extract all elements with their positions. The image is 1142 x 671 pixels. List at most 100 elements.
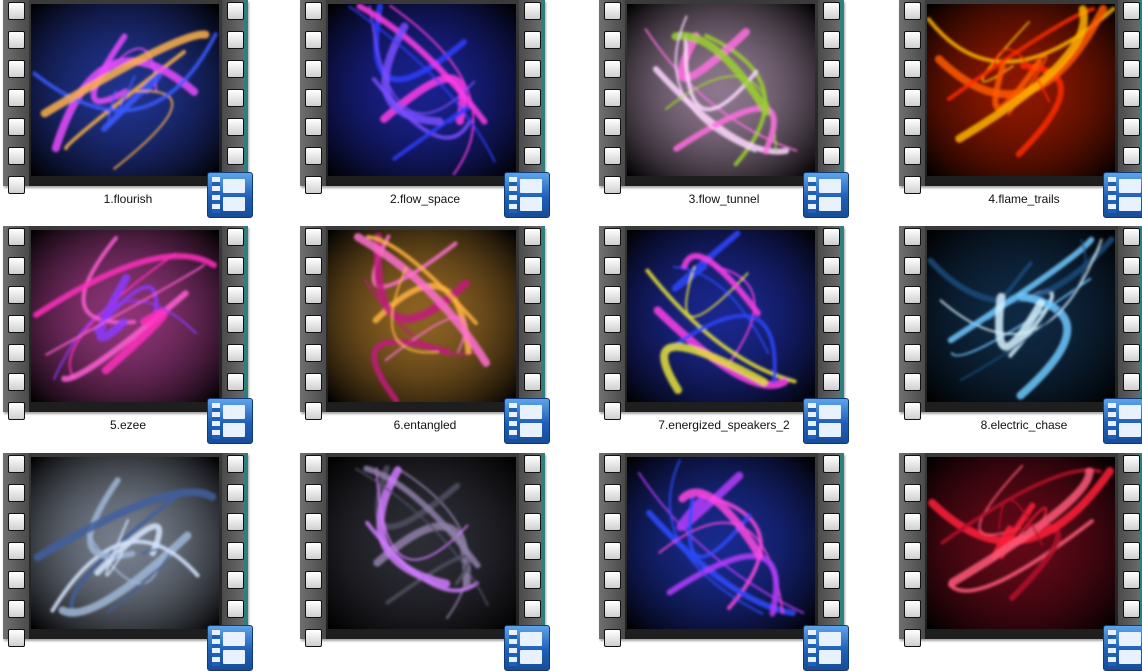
sprocket-hole bbox=[227, 513, 244, 531]
sprocket-hole bbox=[604, 60, 621, 78]
file-name-label: 1.flourish bbox=[103, 192, 153, 206]
sprocket-hole bbox=[1123, 542, 1140, 560]
sprocket-holes bbox=[604, 2, 621, 205]
video-file-item[interactable]: 6.entangled bbox=[300, 226, 550, 444]
sprocket-hole bbox=[604, 455, 621, 473]
sprocket-hole bbox=[8, 60, 25, 78]
video-file-icon bbox=[504, 625, 550, 671]
sprocket-hole bbox=[227, 571, 244, 589]
sprocket-hole bbox=[823, 89, 840, 107]
sprocket-hole bbox=[1123, 60, 1140, 78]
sprocket-hole bbox=[904, 257, 921, 275]
sprocket-hole bbox=[904, 286, 921, 304]
film-frame bbox=[300, 0, 545, 194]
sprocket-hole bbox=[305, 257, 322, 275]
sprocket-holes bbox=[604, 455, 621, 658]
film-frame bbox=[599, 226, 844, 420]
sprocket-holes bbox=[904, 455, 921, 658]
sprocket-hole bbox=[524, 542, 541, 560]
sprocket-hole bbox=[305, 118, 322, 136]
sprocket-hole bbox=[823, 2, 840, 20]
video-thumbnail bbox=[328, 230, 516, 402]
video-thumbnail bbox=[927, 230, 1115, 402]
sprocket-hole bbox=[604, 118, 621, 136]
file-name-label: 4.flame_trails bbox=[988, 192, 1060, 206]
sprocket-hole bbox=[305, 2, 322, 20]
video-thumbnail bbox=[328, 457, 516, 629]
video-file-item[interactable]: 7.energized_speakers_2 bbox=[599, 226, 849, 444]
sprocket-hole bbox=[524, 600, 541, 618]
sprocket-hole bbox=[604, 31, 621, 49]
sprocket-hole bbox=[305, 484, 322, 502]
film-frame bbox=[899, 0, 1142, 194]
sprocket-hole bbox=[305, 600, 322, 618]
video-file-item[interactable]: 4.flame_trails bbox=[899, 0, 1142, 218]
sprocket-hole bbox=[227, 257, 244, 275]
sprocket-hole bbox=[904, 60, 921, 78]
sprocket-hole bbox=[305, 542, 322, 560]
video-file-item[interactable]: 5.ezee bbox=[3, 226, 253, 444]
film-frame bbox=[599, 0, 844, 194]
film-edge-accent bbox=[244, 0, 248, 186]
film-frame bbox=[300, 453, 545, 647]
sprocket-hole bbox=[305, 315, 322, 333]
sprocket-hole bbox=[904, 2, 921, 20]
video-thumbnail bbox=[627, 4, 815, 176]
sprocket-hole bbox=[604, 89, 621, 107]
sprocket-hole bbox=[1123, 484, 1140, 502]
video-file-item[interactable] bbox=[3, 453, 253, 671]
sprocket-hole bbox=[1123, 600, 1140, 618]
sprocket-hole bbox=[8, 344, 25, 362]
file-name-label: 7.energized_speakers_2 bbox=[658, 418, 790, 432]
sprocket-hole bbox=[823, 118, 840, 136]
sprocket-hole bbox=[227, 484, 244, 502]
video-file-item[interactable]: 2.flow_space bbox=[300, 0, 550, 218]
video-thumbnail bbox=[31, 4, 219, 176]
file-name-label: 3.flow_tunnel bbox=[688, 192, 760, 206]
video-thumbnail bbox=[627, 457, 815, 629]
video-file-item[interactable]: 1.flourish bbox=[3, 0, 253, 218]
film-edge-accent bbox=[541, 453, 545, 639]
sprocket-hole bbox=[8, 600, 25, 618]
film-edge-accent bbox=[244, 453, 248, 639]
sprocket-hole bbox=[604, 228, 621, 246]
sprocket-hole bbox=[823, 60, 840, 78]
sprocket-hole bbox=[823, 286, 840, 304]
sprocket-hole bbox=[904, 629, 921, 647]
sprocket-holes bbox=[8, 228, 25, 431]
sprocket-hole bbox=[227, 600, 244, 618]
sprocket-hole bbox=[823, 147, 840, 165]
sprocket-hole bbox=[8, 31, 25, 49]
sprocket-hole bbox=[524, 257, 541, 275]
sprocket-hole bbox=[1123, 315, 1140, 333]
video-file-item[interactable]: 8.electric_chase bbox=[899, 226, 1142, 444]
sprocket-hole bbox=[524, 344, 541, 362]
sprocket-hole bbox=[823, 315, 840, 333]
sprocket-hole bbox=[604, 147, 621, 165]
film-edge-accent bbox=[541, 0, 545, 186]
sprocket-hole bbox=[305, 31, 322, 49]
video-thumbnail bbox=[31, 457, 219, 629]
sprocket-hole bbox=[8, 542, 25, 560]
video-file-item[interactable] bbox=[599, 453, 849, 671]
sprocket-hole bbox=[8, 257, 25, 275]
sprocket-hole bbox=[1123, 373, 1140, 391]
sprocket-hole bbox=[604, 257, 621, 275]
sprocket-hole bbox=[8, 118, 25, 136]
sprocket-hole bbox=[823, 542, 840, 560]
sprocket-hole bbox=[524, 571, 541, 589]
video-file-item[interactable]: 3.flow_tunnel bbox=[599, 0, 849, 218]
sprocket-holes bbox=[305, 228, 322, 431]
film-edge-accent bbox=[840, 0, 844, 186]
sprocket-hole bbox=[1123, 286, 1140, 304]
sprocket-hole bbox=[604, 2, 621, 20]
sprocket-hole bbox=[227, 147, 244, 165]
video-file-item[interactable] bbox=[899, 453, 1142, 671]
video-file-item[interactable] bbox=[300, 453, 550, 671]
sprocket-hole bbox=[1123, 228, 1140, 246]
sprocket-holes bbox=[305, 455, 322, 658]
sprocket-hole bbox=[604, 484, 621, 502]
sprocket-hole bbox=[904, 455, 921, 473]
film-edge-accent bbox=[541, 226, 545, 412]
sprocket-hole bbox=[524, 373, 541, 391]
